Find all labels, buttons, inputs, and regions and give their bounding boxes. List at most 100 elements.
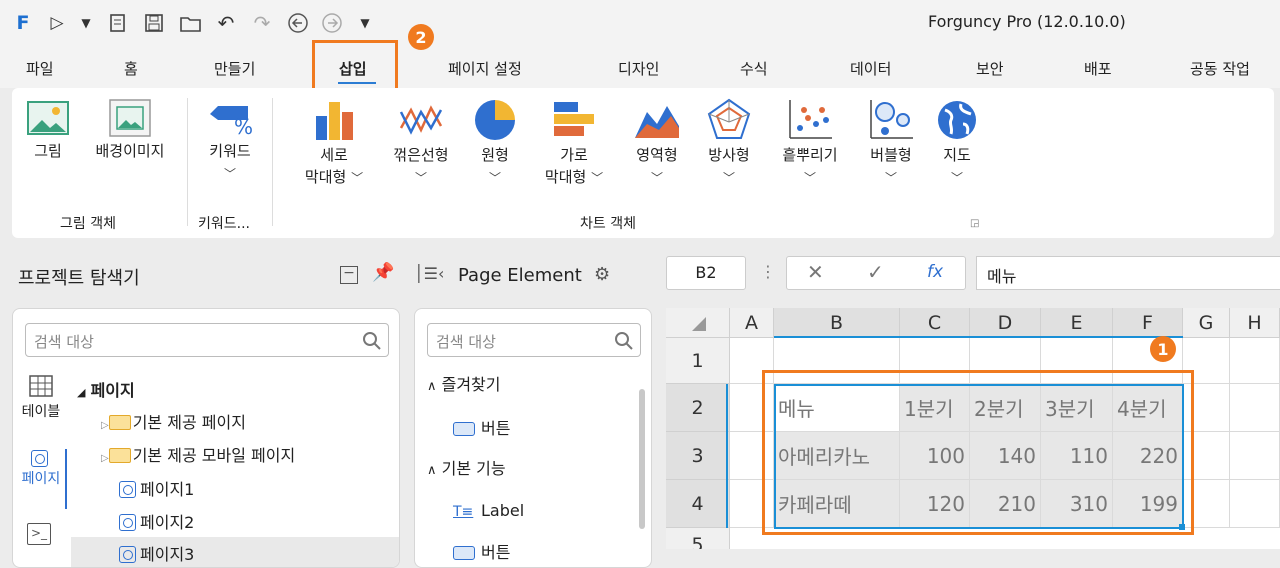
group-label-picture: 그림 객체 [60, 216, 116, 232]
menu-page-setup[interactable]: 페이지 설정 [448, 58, 522, 79]
search-icon [615, 332, 633, 350]
keyword-button[interactable]: % 키워드 ﹀ [200, 98, 260, 185]
row-header-3[interactable]: 3 [666, 432, 730, 480]
title-bar: F ▷ ▼ ↶ ↷ ▼ Forguncy Pro (12.0.10.0) [0, 0, 1280, 50]
bubble-dropdown-icon: ﹀ [884, 171, 897, 185]
horizontal-bar-chart-button[interactable]: 가로 막대형 ﹀ [534, 98, 614, 189]
line-chart-button[interactable]: 꺾은선형 ﹀ [382, 98, 460, 189]
area-dropdown-icon: ﹀ [650, 171, 663, 185]
select-all-corner[interactable] [666, 308, 730, 338]
column-header-f[interactable]: F [1113, 308, 1183, 338]
explorer-search-input[interactable]: 검색 대상 [25, 323, 389, 357]
tree-page-1[interactable]: 페이지1 [119, 476, 194, 500]
pie-chart-label: 원형 [481, 146, 509, 164]
element-panel-scrollbar[interactable] [639, 389, 645, 529]
bubble-chart-button[interactable]: 버블형 ﹀ [860, 98, 922, 189]
tree-folder-mobile-pages[interactable]: ▷ 기본 제공 모바일 페이지 [101, 442, 295, 466]
vertical-bar-chart-button[interactable]: 세로 막대형 ﹀ [292, 98, 376, 189]
forward-icon[interactable] [320, 10, 344, 36]
formula-input[interactable]: 메뉴 [976, 256, 1280, 290]
element-list-icon[interactable]: │☰‹ [414, 264, 444, 283]
cell-h4[interactable] [1230, 480, 1280, 528]
column-header-h[interactable]: H [1230, 308, 1280, 338]
favorites-label: 즐겨찾기 [441, 375, 501, 394]
column-header-b[interactable]: B [774, 308, 900, 338]
favorites-section[interactable]: ∧ 즐겨찾기 [427, 371, 501, 395]
cancel-icon[interactable]: ✕ [807, 260, 824, 284]
radar-chart-button[interactable]: 방사형 ﹀ [698, 98, 760, 189]
dialog-launcher-icon[interactable]: ◲ [970, 218, 979, 229]
undo-icon[interactable]: ↶ [214, 10, 238, 36]
collapse-icon[interactable]: − [340, 266, 358, 284]
save-icon[interactable] [142, 10, 166, 36]
open-folder-icon[interactable] [178, 10, 204, 36]
column-header-e[interactable]: E [1041, 308, 1113, 338]
row-header-2[interactable]: 2 [666, 384, 730, 432]
column-header-g[interactable]: G [1183, 308, 1230, 338]
picture-button[interactable]: 그림 [22, 98, 74, 162]
gear-icon[interactable]: ⚙ [594, 264, 610, 285]
line-dropdown-icon: ﹀ [414, 171, 427, 185]
function-icon[interactable]: fx [927, 262, 943, 282]
element-search-input[interactable]: 검색 대상 [427, 323, 641, 357]
menu-home[interactable]: 홈 [124, 58, 138, 79]
run-icon[interactable]: ▷ [46, 10, 68, 36]
code-icon[interactable]: >_ [27, 523, 51, 545]
background-image-button[interactable]: 배경이미지 [84, 98, 176, 162]
page-icon [119, 514, 136, 531]
area-chart-button[interactable]: 영역형 ﹀ [626, 98, 688, 189]
selected-rows-indicator [726, 384, 728, 528]
tree-page-2[interactable]: 페이지2 [119, 509, 194, 533]
radar-chart-icon [707, 98, 751, 139]
customize-toolbar-icon[interactable]: ▼ [356, 10, 374, 36]
side-tab-table[interactable]: 테이블 [17, 375, 65, 421]
menu-publish[interactable]: 배포 [1084, 58, 1112, 79]
tree-folder-default-pages[interactable]: ▷ 기본 제공 페이지 [101, 409, 246, 433]
bubble-chart-label: 버블형 [870, 146, 912, 164]
area-chart-icon [635, 106, 679, 138]
row-header-4[interactable]: 4 [666, 480, 730, 528]
menu-design[interactable]: 디자인 [618, 58, 659, 79]
map-button[interactable]: 지도 ﹀ [930, 98, 984, 189]
row-header-1[interactable]: 1 [666, 338, 730, 384]
run-dropdown-icon[interactable]: ▼ [78, 10, 94, 36]
page-icon [30, 450, 48, 467]
menu-file[interactable]: 파일 [26, 58, 54, 79]
column-header-d[interactable]: D [970, 308, 1041, 338]
pie-chart-button[interactable]: 원형 ﹀ [468, 98, 522, 189]
menu-create[interactable]: 만들기 [214, 58, 255, 79]
tree-page-3[interactable]: 페이지3 [119, 541, 194, 565]
element-button-favorite[interactable]: 버튼 [453, 415, 510, 439]
scatter-chart-button[interactable]: 흩뿌리기 ﹀ [768, 98, 852, 189]
pin-icon[interactable]: 📌 [372, 262, 394, 283]
element-button[interactable]: 버튼 [453, 539, 510, 563]
horizontal-bar-chart-icon [554, 102, 594, 136]
basic-section-label: 기본 기능 [441, 459, 506, 478]
basic-section[interactable]: ∧ 기본 기능 [427, 455, 506, 479]
favorite-button-label: 버튼 [481, 419, 511, 438]
table-icon [29, 375, 53, 397]
menu-collaboration[interactable]: 공동 작업 [1190, 58, 1250, 79]
tree-root-pages[interactable]: ◢ 페이지 [77, 377, 135, 401]
menu-data[interactable]: 데이터 [850, 58, 891, 79]
vertical-bar-label-2: 막대형 [304, 168, 347, 186]
back-icon[interactable] [286, 10, 310, 36]
row-header-5[interactable]: 5 [666, 528, 730, 549]
menu-security[interactable]: 보안 [976, 58, 1004, 79]
cell-h3[interactable] [1230, 432, 1280, 480]
scatter-chart-label: 흩뿌리기 [782, 146, 838, 164]
side-tab-page[interactable]: 페이지 [17, 449, 65, 488]
cell-h2[interactable] [1230, 384, 1280, 432]
column-header-c[interactable]: C [900, 308, 970, 338]
redo-icon[interactable]: ↷ [250, 10, 274, 36]
cell-h1[interactable] [1230, 338, 1280, 384]
element-label[interactable]: T≡ Label [453, 501, 524, 520]
spreadsheet-grid[interactable]: A B C D E F G H 1 2 3 4 5 메뉴 1분기 2분기 3분기… [666, 308, 1280, 549]
cell-reference-box[interactable]: B2 [666, 256, 746, 290]
ribbon-separator [272, 98, 273, 226]
export-icon[interactable] [106, 10, 130, 36]
menu-formula[interactable]: 수식 [740, 58, 768, 79]
column-header-a[interactable]: A [730, 308, 774, 338]
confirm-icon[interactable]: ✓ [867, 260, 884, 284]
pie-chart-icon [475, 100, 515, 140]
